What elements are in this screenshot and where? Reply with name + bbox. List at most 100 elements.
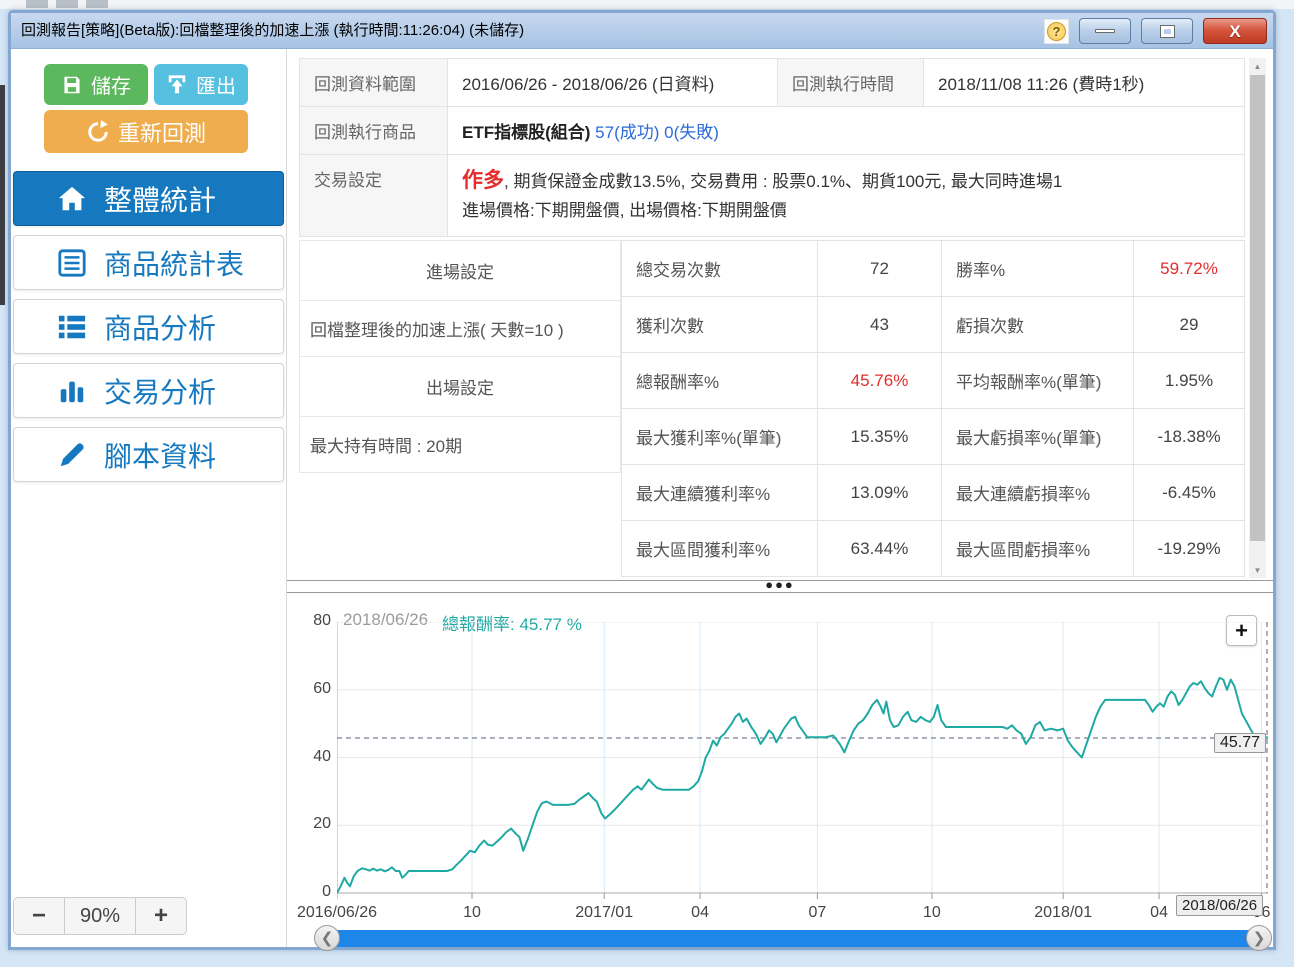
stat-value: 43 xyxy=(817,297,941,352)
x-axis-tick-label: 10 xyxy=(923,904,941,921)
bars-icon xyxy=(56,375,88,407)
exec-time-value: 2018/11/08 11:26 (費時1秒) xyxy=(938,75,1145,94)
info-row-trade-settings: 交易設定 作多, 期貨保證金成數13.5%, 交易費用 : 股票0.1%、期貨1… xyxy=(300,155,1244,236)
stat-value: 59.72% xyxy=(1133,241,1244,296)
stat-label: 總報酬率% xyxy=(621,353,817,408)
panel-splitter[interactable]: ●●● xyxy=(287,578,1273,593)
background-window-fragment xyxy=(26,0,48,8)
save-icon xyxy=(64,76,80,93)
product-value: ETF指標股(組合) 57(成功) 0(失敗) xyxy=(448,107,1244,154)
minimize-icon xyxy=(1095,29,1115,33)
y-axis-tick-label: 20 xyxy=(313,815,331,833)
save-button-label: 儲存 xyxy=(91,76,131,98)
stat-label: 最大區間虧損率% xyxy=(941,521,1133,576)
sidebar-item-2[interactable]: 商品分析 xyxy=(13,299,284,354)
close-button[interactable]: X xyxy=(1203,18,1267,44)
help-icon: ? xyxy=(1047,21,1066,41)
background-window-edge xyxy=(0,85,5,305)
crosshair-date-tooltip: 2018/06/26 xyxy=(1176,895,1264,916)
x-axis-tick-label: 10 xyxy=(463,904,481,921)
x-axis-tick-label: 04 xyxy=(1150,904,1168,921)
backtest-report-window: 回測報告[策略](Beta版):回檔整理後的加速上漲 (執行時間:11:26:0… xyxy=(8,10,1276,951)
stat-label: 平均報酬率%(單筆) xyxy=(941,353,1133,408)
sidebar-item-0[interactable]: 整體統計 xyxy=(13,171,284,226)
product-label: 回測執行商品 xyxy=(300,107,448,154)
product-result-link[interactable]: 57(成功) 0(失敗) xyxy=(595,123,719,142)
stat-label: 總交易次數 xyxy=(621,241,817,296)
stat-label: 最大虧損率%(單筆) xyxy=(941,409,1133,464)
chart-horizontal-scrollbar: ❮ ❯ xyxy=(314,925,1272,951)
sidebar-item-label: 整體統計 xyxy=(104,184,217,216)
stat-label: 虧損次數 xyxy=(941,297,1133,352)
exit-settings-value: 最大持有時間 : 20期 xyxy=(299,417,621,473)
scroll-up-arrow-icon[interactable]: ▲ xyxy=(1249,58,1266,74)
export-icon xyxy=(168,74,186,93)
sidebar-item-3[interactable]: 交易分析 xyxy=(13,363,284,418)
stats-row-0: 總交易次數 72 勝率% 59.72% xyxy=(621,241,1244,297)
x-axis-tick-label: 2016/06/26 xyxy=(296,904,378,921)
stat-value: 29 xyxy=(1133,297,1244,352)
rerun-backtest-label: 重新回測 xyxy=(117,120,206,146)
export-button[interactable]: 匯出 xyxy=(154,64,248,105)
window-title: 回測報告[策略](Beta版):回檔整理後的加速上漲 (執行時間:11:26:0… xyxy=(21,22,525,39)
stat-label: 獲利次數 xyxy=(621,297,817,352)
x-axis-tick-label: 2017/01 xyxy=(575,904,634,921)
info-row-range: 回測資料範圍 2016/06/26 - 2018/06/26 (日資料) 回測執… xyxy=(300,59,1244,107)
help-button[interactable]: ? xyxy=(1044,18,1069,44)
stat-value: 63.44% xyxy=(817,521,941,576)
stat-value: 1.95% xyxy=(1133,353,1244,408)
zoom-out-button[interactable]: − xyxy=(13,897,65,935)
home-icon xyxy=(56,183,88,215)
stat-value: -6.45% xyxy=(1133,465,1244,520)
scroll-right-button[interactable]: ❯ xyxy=(1246,925,1272,951)
crosshair-value-label: 45.77 xyxy=(1214,733,1267,753)
vertical-scrollbar[interactable]: ▲ ▼ xyxy=(1249,58,1266,578)
trade-settings-value: 作多, 期貨保證金成數13.5%, 交易費用 : 股票0.1%、期貨100元, … xyxy=(448,155,1244,236)
background-window-fragment xyxy=(56,0,78,8)
zoom-controls: − 90% + xyxy=(13,897,187,935)
window-content: 儲存 匯出 重新回測 整體統計商品統計表商品分析交易分析腳本資料 − 90% +… xyxy=(11,49,1273,951)
rerun-backtest-button[interactable]: 重新回測 xyxy=(44,110,248,153)
sidebar: 儲存 匯出 重新回測 整體統計商品統計表商品分析交易分析腳本資料 − 90% + xyxy=(11,49,287,947)
scroll-left-button[interactable]: ❮ xyxy=(314,925,340,951)
stat-label: 最大連續虧損率% xyxy=(941,465,1133,520)
background-window-fragment xyxy=(86,0,108,8)
close-icon: X xyxy=(1229,21,1241,41)
desktop-background-strip xyxy=(0,0,1294,9)
zoom-in-button[interactable]: + xyxy=(135,897,187,935)
sidebar-item-4[interactable]: 腳本資料 xyxy=(13,427,284,482)
sidebar-item-1[interactable]: 商品統計表 xyxy=(13,235,284,290)
strategy-settings-panel: 進場設定 回檔整理後的加速上漲( 天數=10 ) 出場設定 最大持有時間 : 2… xyxy=(299,240,621,473)
stats-row-1: 獲利次數 43 虧損次數 29 xyxy=(621,297,1244,353)
sidebar-item-label: 商品統計表 xyxy=(104,248,245,280)
entry-settings-value: 回檔整理後的加速上漲( 天數=10 ) xyxy=(299,301,621,357)
minimize-button[interactable] xyxy=(1079,18,1131,44)
titlebar[interactable]: 回測報告[策略](Beta版):回檔整理後的加速上漲 (執行時間:11:26:0… xyxy=(11,13,1273,49)
list-icon xyxy=(56,311,88,343)
export-button-label: 匯出 xyxy=(196,76,236,98)
stats-row-2: 總報酬率% 45.76% 平均報酬率%(單筆) 1.95% xyxy=(621,353,1244,409)
stat-value: 13.09% xyxy=(817,465,941,520)
stats-row-3: 最大獲利率%(單筆) 15.35% 最大虧損率%(單筆) -18.38% xyxy=(621,409,1244,465)
table-icon xyxy=(56,247,88,279)
product-name: ETF指標股(組合) xyxy=(462,123,591,142)
maximize-button[interactable] xyxy=(1141,18,1193,44)
save-button[interactable]: 儲存 xyxy=(44,64,148,105)
range-value: 2016/06/26 - 2018/06/26 (日資料) xyxy=(448,59,778,106)
range-label: 回測資料範圍 xyxy=(300,59,448,106)
pencil-icon xyxy=(56,439,88,471)
sidebar-item-label: 商品分析 xyxy=(104,312,217,344)
vertical-scrollbar-thumb[interactable] xyxy=(1250,75,1265,541)
horizontal-scrollbar-thumb[interactable] xyxy=(336,929,1250,947)
main-panel: 回測資料範圍 2016/06/26 - 2018/06/26 (日資料) 回測執… xyxy=(287,49,1273,951)
scroll-down-arrow-icon[interactable]: ▼ xyxy=(1249,562,1266,578)
equity-curve-chart[interactable] xyxy=(336,621,1269,900)
trade-settings-label: 交易設定 xyxy=(300,155,448,236)
refresh-icon xyxy=(88,119,108,142)
exec-time-label: 回測執行時間 xyxy=(778,59,924,106)
stat-value: -18.38% xyxy=(1133,409,1244,464)
zoom-level: 90% xyxy=(65,897,135,935)
trade-settings-rest: , 期貨保證金成數13.5%, 交易費用 : 股票0.1%、期貨100元, 最大… xyxy=(504,172,1063,191)
y-axis-tick-label: 0 xyxy=(322,883,331,900)
stat-value: -19.29% xyxy=(1133,521,1244,576)
